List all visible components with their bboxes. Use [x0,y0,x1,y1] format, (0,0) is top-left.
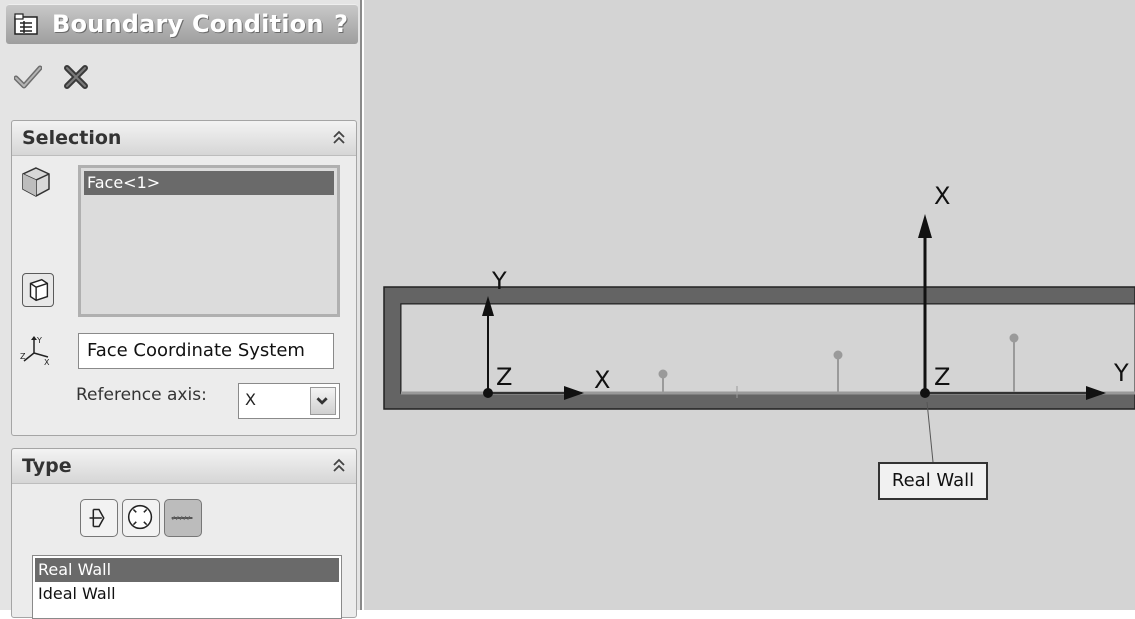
pressure-opening-button[interactable] [122,499,160,537]
face-icon [22,167,50,197]
triad2-x-label: X [934,182,950,210]
cube-icon [29,278,49,302]
coordinate-system-icon: Y X Z [20,336,50,367]
boundary-condition-icon [14,13,38,35]
list-item[interactable]: Face<1> [84,171,334,195]
panel-title: Boundary Condition [52,10,324,38]
triad1-y-label: Y [491,267,507,295]
selection-title: Selection [22,127,122,149]
reference-axis-select[interactable]: X [238,383,340,419]
wall-icon [171,515,193,521]
pressure-opening-icon [127,504,153,530]
collapse-icon[interactable] [330,457,348,475]
real-wall-callout[interactable]: Real Wall [878,462,988,500]
inlet-outlet-icon [89,508,105,528]
graphics-area[interactable]: Y Z X X Z Y Real Wall [364,0,1135,610]
callout-leader [926,401,934,463]
selection-group: Selection Face<1> Y X Z Face Coordinate … [11,120,357,436]
panel-title-bar: Boundary Condition ? [6,4,358,44]
chevron-down-icon [316,397,328,405]
coordinate-system-field[interactable]: Face Coordinate System [78,333,334,369]
wall-button[interactable] [164,499,202,537]
svg-text:Y: Y [36,336,42,345]
inlet-outlet-button[interactable] [80,499,118,537]
x-icon[interactable] [64,65,88,89]
triad2-z-label: Z [934,363,950,391]
type-header[interactable]: Type [12,449,356,484]
triad1-z-label: Z [496,363,512,391]
reference-axis-label: Reference axis: [76,385,207,405]
collapse-icon[interactable] [330,129,348,147]
type-title: Type [22,455,72,477]
triad1-x-label: X [594,366,610,394]
triad2-y-label: Y [1113,359,1129,387]
selection-header[interactable]: Selection [12,121,356,156]
face-selection-list[interactable]: Face<1> [78,165,340,317]
list-item[interactable]: Ideal Wall [35,582,339,606]
property-manager: Boundary Condition ? Selection Face<1> Y… [0,0,362,619]
reference-axis-value: X [245,390,256,409]
list-item[interactable]: Real Wall [35,558,339,582]
model-view[interactable]: Y Z X X Z Y [364,0,1135,610]
help-icon[interactable]: ? [334,10,348,38]
type-group: Type Real Wall Ideal Wall [11,448,357,619]
checkmark-icon[interactable] [14,64,42,90]
dropdown-arrow[interactable] [310,387,336,415]
svg-text:Z: Z [20,352,26,361]
type-list[interactable]: Real Wall Ideal Wall [32,555,342,619]
svg-text:X: X [44,358,50,367]
select-all-faces-button[interactable] [22,273,54,307]
